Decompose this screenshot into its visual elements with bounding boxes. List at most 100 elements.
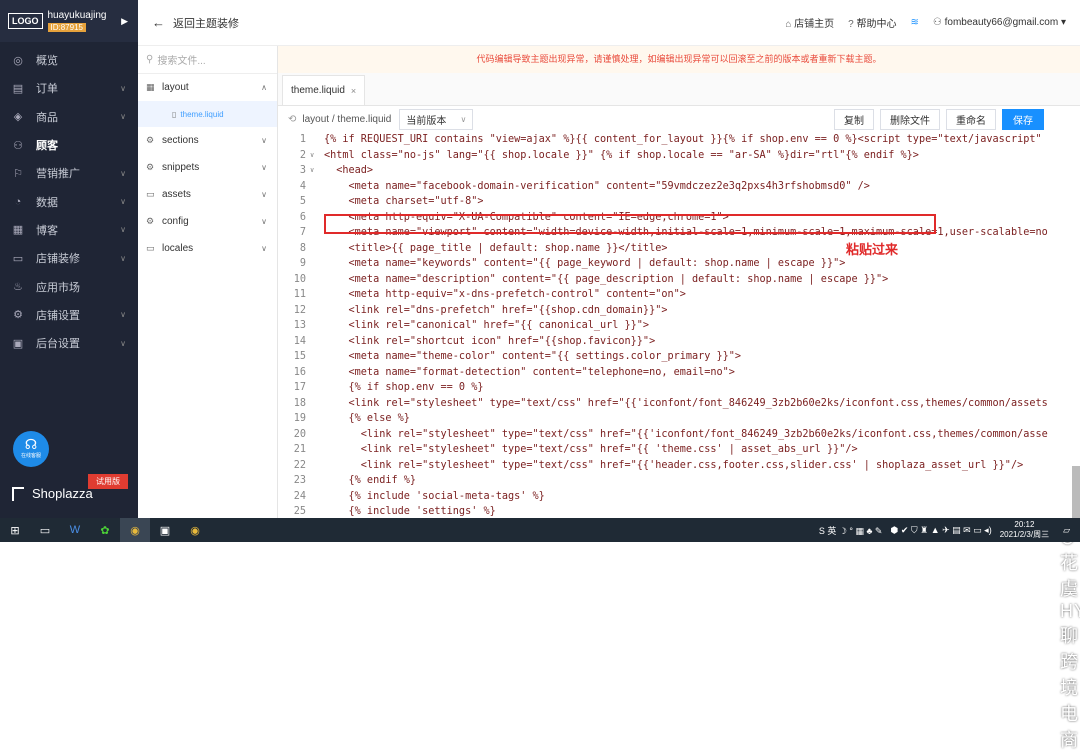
nav-label: 店铺设置: [36, 309, 80, 322]
word-icon[interactable]: W: [60, 518, 90, 542]
help-center-link[interactable]: ? 帮助中心: [848, 15, 896, 30]
folder-config[interactable]: ⚙ config ∨: [138, 208, 277, 235]
folder-sections[interactable]: ⚙ sections ∨: [138, 127, 277, 154]
code-text: <link rel="stylesheet" type="text/css" h…: [324, 397, 1048, 409]
folder-assets[interactable]: ▭ assets ∨: [138, 181, 277, 208]
fold-icon: [310, 334, 324, 350]
wechat-icon[interactable]: ✿: [90, 518, 120, 542]
paste-annotation: 粘贴过来: [846, 243, 899, 258]
file-panel: ⚲ 搜索文件... ▦ layout ∧ ▯ theme.liquid ⚙ sections ∨…: [138, 46, 278, 518]
code-text: <meta name="facebook-domain-verification…: [324, 180, 870, 192]
nav-label: 顾客: [36, 140, 58, 153]
version-select[interactable]: 当前版本 ∨: [399, 108, 474, 130]
line-number: 22: [293, 459, 306, 471]
editor-toolbar: ⟲ layout / theme.liquid 当前版本 ∨ 复制 删除文件 重命…: [278, 106, 1080, 132]
file-search-input[interactable]: ⚲ 搜索文件...: [138, 46, 277, 74]
code-editor[interactable]: 粘贴过来 1 {% if REQUEST_URI contains "view=a…: [278, 132, 1080, 522]
nav-icon: ▭: [12, 252, 24, 265]
store-switcher[interactable]: LOGO huayukuajing ID:87915 ▶: [0, 0, 138, 42]
back-to-theme-button[interactable]: ← 返回主题装修: [152, 15, 239, 31]
tab-label: theme.liquid: [291, 85, 345, 96]
chevron-icon: ∨: [120, 310, 126, 320]
fold-icon: [310, 318, 324, 334]
code-text: <link rel="canonical" href="{{ canonical…: [324, 320, 650, 331]
code-line: 11 <meta http-equiv="x-dns-prefetch-cont…: [278, 287, 1080, 303]
sidebar-item-5[interactable]: ◔ 数据 ∨: [0, 187, 138, 215]
fold-icon: [310, 179, 324, 195]
line-number: 13: [293, 320, 306, 331]
chrome-icon-2[interactable]: ◉: [180, 518, 210, 542]
expand-arrow-icon[interactable]: ▶: [121, 16, 128, 27]
line-number: 17: [293, 382, 306, 393]
search-icon: ⚲: [146, 54, 154, 65]
sidebar-item-0[interactable]: ◎ 概览: [0, 46, 138, 74]
save-button[interactable]: 保存: [1002, 108, 1044, 130]
help-icon: ?: [848, 19, 857, 30]
file-icon: ▯: [172, 109, 177, 119]
folder-locales[interactable]: ▭ locales ∨: [138, 235, 277, 262]
chevron-icon: ∨: [261, 244, 267, 253]
sidebar-item-3[interactable]: ⚇ 顾客: [0, 131, 138, 159]
task-view-icon[interactable]: ▭: [30, 518, 60, 542]
rename-button[interactable]: 重命名: [946, 108, 996, 130]
wifi-icon[interactable]: ≋: [911, 17, 919, 28]
window-icon[interactable]: ▣: [150, 518, 180, 542]
sidebar-item-7[interactable]: ▭ 店铺装修 ∨: [0, 244, 138, 272]
sidebar-item-9[interactable]: ⚙ 店铺设置 ∨: [0, 301, 138, 329]
tab-theme-liquid[interactable]: theme.liquid ×: [282, 75, 366, 105]
sidebar-item-4[interactable]: ⚐ 营销推广 ∨: [0, 159, 138, 187]
chrome-icon[interactable]: ◉: [120, 518, 150, 542]
sidebar-item-10[interactable]: ▣ 后台设置 ∨: [0, 329, 138, 357]
copy-button[interactable]: 复制: [834, 108, 874, 130]
code-text: <meta name="description" content="{{ pag…: [324, 273, 889, 285]
nav-icon: ◈: [13, 111, 23, 124]
file-path: layout / theme.liquid: [302, 113, 392, 125]
online-service-button[interactable]: ☊ 在线客服: [13, 431, 49, 467]
delete-file-button[interactable]: 删除文件: [880, 108, 940, 130]
code-line: 3 ∨ <head>: [278, 163, 1080, 179]
sidebar-item-6[interactable]: ▦ 博客 ∨: [0, 216, 138, 244]
folder-layout[interactable]: ▦ layout ∧: [138, 74, 277, 101]
code-line: 22 <link rel="stylesheet" type="text/css…: [278, 458, 1080, 474]
line-number: 1: [299, 134, 306, 145]
sidebar-item-1[interactable]: ▤ 订单 ∨: [0, 74, 138, 102]
clock-time: 20:12: [1014, 520, 1035, 529]
line-number: 11: [293, 289, 306, 300]
code-line: 9 <meta name="keywords" content="{{ page…: [278, 256, 1080, 272]
store-home-link[interactable]: ⌂ 店铺主页: [785, 15, 834, 30]
file-theme-liquid[interactable]: ▯ theme.liquid: [138, 101, 277, 127]
code-text: {% endif %}: [324, 475, 417, 486]
nav-icon: ⚙: [13, 309, 23, 322]
shop-name: Shoplazza: [32, 486, 93, 501]
code-line: 10 <meta name="description" content="{{ …: [278, 272, 1080, 288]
code-text: <meta name="theme-color" content="{{ set…: [324, 351, 742, 362]
close-icon[interactable]: ×: [351, 86, 356, 96]
folder-list: ▦ layout ∧ ▯ theme.liquid ⚙ sections ∨ ⚙ snippets…: [138, 74, 277, 262]
code-line: 14 <link rel="shortcut icon" href="{{sho…: [278, 334, 1080, 350]
folder-icon: ⚙: [146, 135, 155, 145]
code-text: {% if REQUEST_URI contains "view=ajax" %…: [324, 134, 1042, 145]
chevron-icon: ∨: [120, 112, 126, 122]
nav-label: 后台设置: [36, 338, 80, 351]
folder-snippets[interactable]: ⚙ snippets ∨: [138, 154, 277, 181]
line-number: 14: [293, 335, 306, 347]
clock-date: 2021/2/3/周三: [999, 530, 1050, 539]
caret-down-icon: ▾: [1060, 17, 1066, 28]
nav-label: 商品: [36, 111, 58, 124]
code-line: 5 <meta charset="utf-8">: [278, 194, 1080, 210]
folder-icon: ▦: [146, 82, 155, 92]
windows-start-icon[interactable]: ⊞: [0, 518, 30, 542]
chevron-icon: ∨: [261, 217, 267, 226]
sidebar-item-2[interactable]: ◈ 商品 ∨: [0, 103, 138, 131]
line-number: 4: [299, 180, 306, 192]
fold-icon: [310, 458, 324, 474]
store-logo: LOGO: [8, 13, 43, 29]
nav-label: 订单: [36, 83, 58, 96]
notification-icon[interactable]: ▱: [1063, 525, 1070, 536]
sidebar: LOGO huayukuajing ID:87915 ▶ ◎ 概览 ▤ 订单 ∨ ◈ 商品 ∨…: [0, 0, 138, 518]
account-menu[interactable]: ⚇ fombeauty66@gmail.com ▾: [933, 17, 1066, 28]
file-label: theme.liquid: [180, 109, 224, 119]
fold-icon: [310, 365, 324, 381]
sidebar-item-8[interactable]: ♨ 应用市场: [0, 272, 138, 300]
line-number: 5: [299, 196, 306, 207]
